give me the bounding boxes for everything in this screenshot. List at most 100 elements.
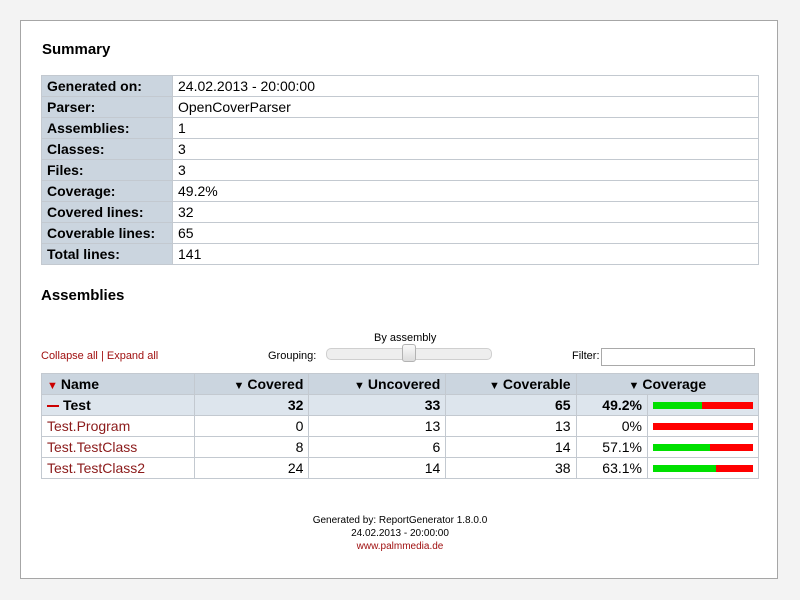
coverage-bar-cell [647,436,759,458]
summary-value: 3 [172,159,759,181]
website-link[interactable]: www.palmmedia.de [357,541,444,552]
summary-value: 24.02.2013 - 20:00:00 [172,75,759,97]
uncovered-cell: 14 [308,457,447,479]
summary-heading: Summary [42,41,111,58]
sort-desc-icon: ▼ [47,380,58,392]
class-row[interactable]: Test.TestClass 8 6 14 57.1% [40,436,759,458]
uncovered-cell: 13 [308,415,447,437]
summary-label: Generated on: [41,75,173,97]
coverage-bar-cell [647,394,759,416]
coverage-bar-fill [653,443,711,451]
expand-all-link[interactable]: Expand all [107,350,158,362]
assembly-name-cell[interactable]: Test [40,394,196,416]
coverage-header-row: ▼ Name ▼ Covered ▼ Uncovered ▼ Coverable ▼ Co… [40,373,760,395]
summary-table: Generated on: 24.02.2013 - 20:00:00 Parse… [41,75,759,265]
summary-value: 32 [172,201,759,223]
grouping-slider[interactable] [326,344,492,362]
summary-row: Assemblies: 1 [41,117,759,139]
coverable-cell: 38 [445,457,577,479]
sort-icon: ▼ [354,380,365,392]
summary-value: 1 [172,117,759,139]
uncovered-cell: 6 [308,436,447,458]
summary-row: Total lines: 141 [41,243,759,265]
coverage-percent-cell: 63.1% [575,457,649,479]
summary-value: 65 [172,222,759,244]
coverage-bar-fill [653,401,703,409]
summary-value: 141 [172,243,759,265]
class-row[interactable]: Test.Program 0 13 13 0% [40,415,759,437]
sort-icon: ▼ [489,380,500,392]
coverage-bar [653,422,753,430]
assemblies-heading: Assemblies [41,287,125,304]
class-name-cell[interactable]: Test.Program [40,415,196,437]
name-column-header[interactable]: ▼ Name [40,373,196,395]
collapse-all-link[interactable]: Collapse all [41,350,98,362]
coverage-bar-fill [653,464,717,472]
class-name-cell[interactable]: Test.TestClass [40,436,196,458]
coverage-bar-cell [647,415,759,437]
summary-label: Coverage: [41,180,173,202]
coverage-percent-cell: 0% [575,415,649,437]
grouping-label: Grouping: [268,350,317,362]
covered-cell: 24 [194,457,310,479]
coverable-cell: 14 [445,436,577,458]
coverage-bar [653,464,753,472]
filter-input[interactable] [601,348,755,366]
covered-cell: 0 [194,415,310,437]
link-separator: | [100,350,104,362]
assembly-row[interactable]: Test 32 33 65 49.2% [40,394,759,416]
name-column-label: Name [60,376,100,392]
summary-label: Parser: [41,96,173,118]
summary-label: Classes: [41,138,173,160]
assembly-name: Test [63,397,91,413]
sort-icon: ▼ [628,380,640,392]
class-link[interactable]: Test.TestClass2 [47,460,145,476]
coverage-column-label: Coverage [642,376,707,392]
coverage-table: ▼ Name ▼ Covered ▼ Uncovered ▼ Coverable ▼ Co… [40,373,760,479]
generator-info: Generated by: ReportGenerator 1.8.0.0 [312,515,488,526]
coverable-column-header[interactable]: ▼ Coverable [445,373,577,395]
footer: Generated by: ReportGenerator 1.8.0.0 24… [21,514,779,553]
class-row[interactable]: Test.TestClass2 24 14 38 63.1% [40,457,759,479]
covered-column-header[interactable]: ▼ Covered [194,373,310,395]
class-name-cell[interactable]: Test.TestClass2 [40,457,196,479]
collapse-expand-links: Collapse all | Expand all [41,350,158,362]
generation-date: 24.02.2013 - 20:00:00 [351,528,449,539]
summary-label: Covered lines: [41,201,173,223]
grouping-slider-handle[interactable] [402,344,416,362]
summary-row: Coverage: 49.2% [41,180,759,202]
coverage-bar-cell [647,457,759,479]
covered-cell: 8 [194,436,310,458]
summary-row: Parser: OpenCoverParser [41,96,759,118]
collapse-icon[interactable] [47,405,59,408]
grouping-value-label: By assembly [374,332,437,344]
summary-label: Files: [41,159,173,181]
uncovered-cell: 33 [308,394,447,416]
summary-value: 3 [172,138,759,160]
summary-value: 49.2% [172,180,759,202]
coverage-column-header[interactable]: ▼ Coverage [575,373,760,395]
assemblies-controls: Collapse all | Expand all By assembly Gr… [41,331,759,371]
coverage-percent-cell: 49.2% [575,394,649,416]
class-link[interactable]: Test.Program [47,418,130,434]
coverage-bar [653,401,753,409]
coverable-cell: 65 [445,394,577,416]
summary-label: Coverable lines: [41,222,173,244]
uncovered-column-header[interactable]: ▼ Uncovered [308,373,447,395]
coverable-column-label: Coverable [502,376,571,392]
summary-value: OpenCoverParser [172,96,759,118]
summary-row: Generated on: 24.02.2013 - 20:00:00 [41,75,759,97]
summary-row: Covered lines: 32 [41,201,759,223]
coverage-percent-cell: 57.1% [575,436,649,458]
filter-label: Filter: [572,350,600,362]
covered-cell: 32 [194,394,310,416]
summary-row: Coverable lines: 65 [41,222,759,244]
class-link[interactable]: Test.TestClass [47,439,137,455]
sort-icon: ▼ [233,380,245,392]
coverage-bar [653,443,753,451]
summary-label: Total lines: [41,243,173,265]
summary-row: Classes: 3 [41,138,759,160]
covered-column-label: Covered [247,376,304,392]
coverable-cell: 13 [445,415,577,437]
summary-row: Files: 3 [41,159,759,181]
